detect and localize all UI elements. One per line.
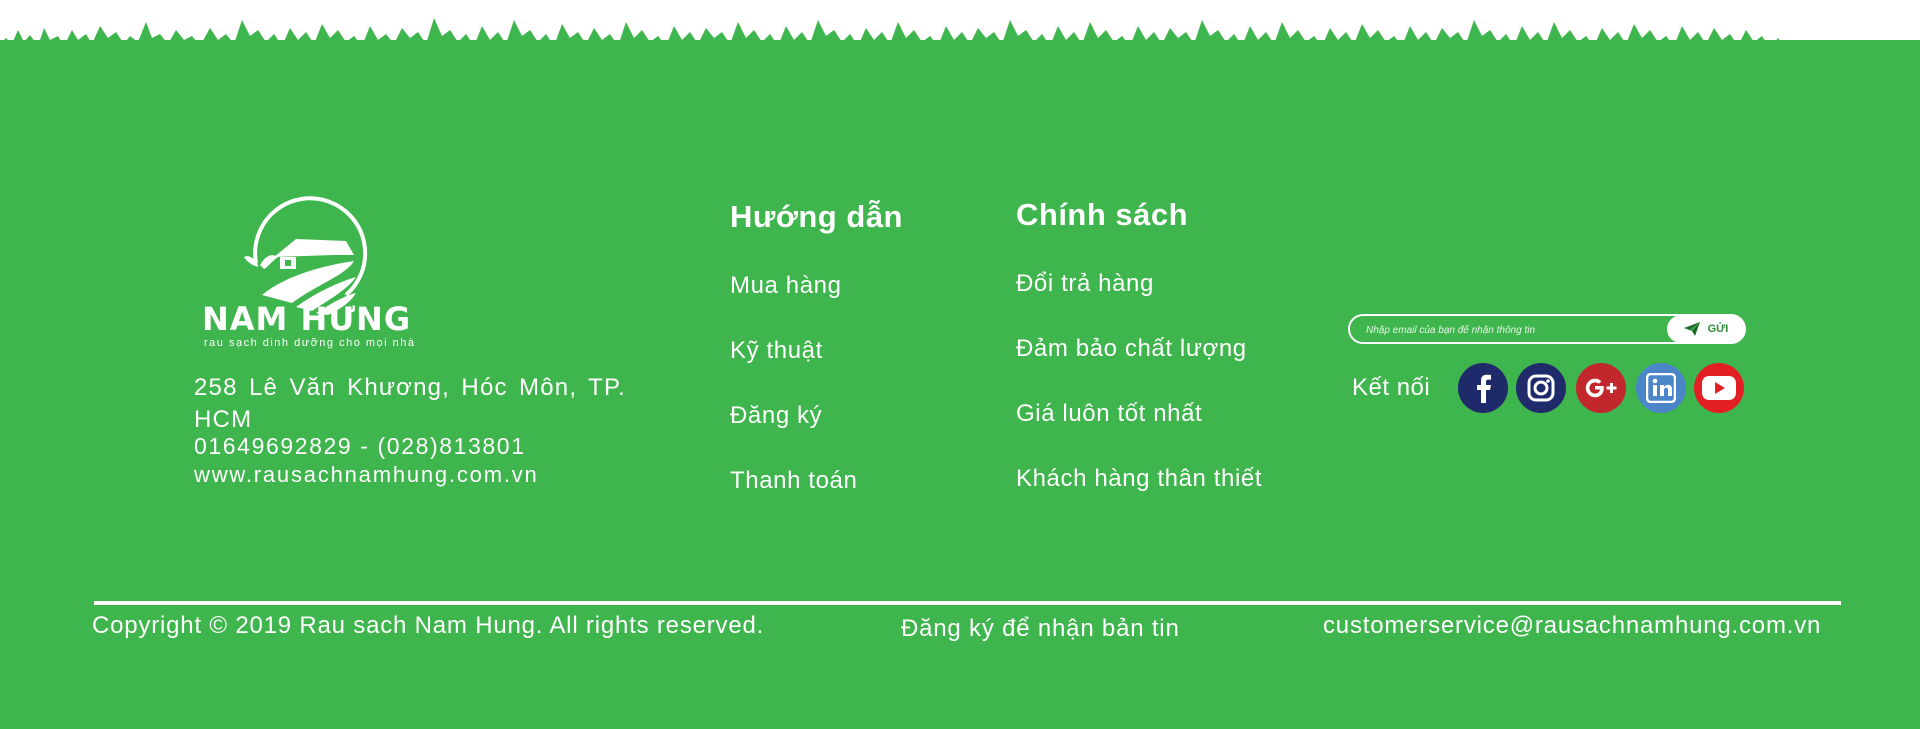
connect-label: Kết nối [1352, 374, 1431, 401]
google-plus-icon[interactable] [1576, 363, 1626, 413]
footer-divider [94, 601, 1841, 605]
newsletter-send-label: GỬI [1707, 323, 1729, 335]
brand-name: NAM HƯNG [202, 300, 412, 338]
guide-link-register[interactable]: Đăng ký [730, 402, 822, 430]
brand-tagline: rau sạch dinh dưỡng cho mọi nhà [204, 337, 416, 349]
address: 258 Lê Văn Khương, Hóc Môn, TP. HCM [194, 374, 626, 433]
youtube-icon[interactable] [1694, 363, 1744, 413]
facebook-icon[interactable] [1458, 363, 1508, 413]
copyright-text: Copyright © 2019 Rau sach Nam Hung. All … [92, 612, 765, 639]
policy-link-best-price[interactable]: Giá luôn tốt nhất [1016, 400, 1202, 428]
paper-plane-icon [1683, 322, 1700, 336]
subscribe-newsletter-link[interactable]: Đăng ký để nhận bản tin [901, 615, 1180, 643]
guide-title: Hướng dẫn [730, 199, 903, 234]
newsletter-email-input[interactable] [1364, 319, 1668, 341]
policy-link-returns[interactable]: Đổi trả hàng [1016, 270, 1154, 298]
guide-link-buy[interactable]: Mua hàng [730, 272, 842, 300]
guide-link-payment[interactable]: Thanh toán [730, 467, 857, 495]
guide-link-technique[interactable]: Kỹ thuật [730, 337, 823, 365]
phone-number: 01649692829 - (028)813801 [194, 433, 526, 459]
newsletter-form: GỬI [1348, 314, 1746, 344]
website-link[interactable]: www.rausachnamhung.com.vn [194, 462, 539, 488]
customer-service-email[interactable]: customerservice@rausachnamhung.com.vn [1323, 612, 1821, 640]
instagram-icon[interactable] [1516, 363, 1566, 413]
policy-link-quality[interactable]: Đảm bảo chất lượng [1016, 335, 1247, 363]
policy-title: Chính sách [1016, 197, 1189, 232]
policy-link-loyal[interactable]: Khách hàng thân thiết [1016, 465, 1262, 493]
linkedin-icon[interactable] [1636, 363, 1686, 413]
newsletter-send-button[interactable]: GỬI [1667, 315, 1745, 343]
